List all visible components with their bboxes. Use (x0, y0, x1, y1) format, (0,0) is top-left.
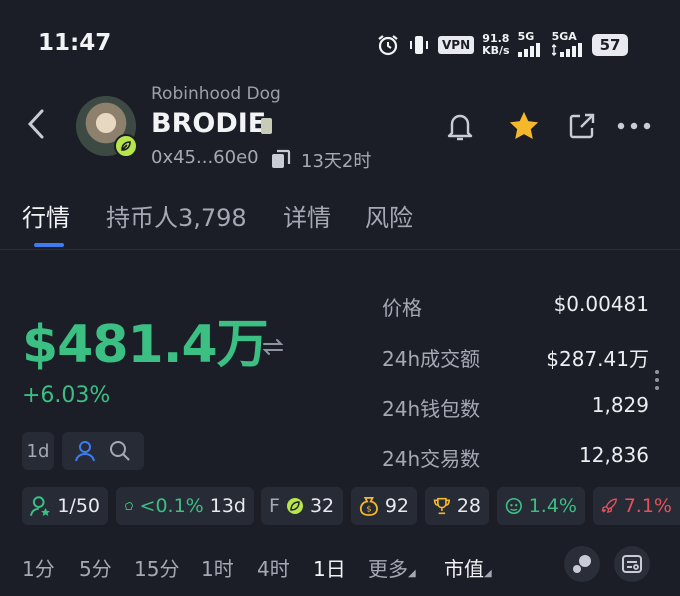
chip-holder-rank[interactable]: 1/50 (22, 487, 108, 525)
chip-money-bag[interactable]: $ 92 (351, 487, 417, 525)
tab-holders[interactable]: 持币人3,798 (106, 198, 247, 233)
chip-top10[interactable]: <0.1% 13d (116, 487, 254, 525)
metric-dropdown-label: 市值 (444, 557, 484, 581)
signal-bars-icon (517, 42, 540, 57)
price-change: +6.03% (22, 383, 111, 408)
more-options-icon[interactable] (616, 108, 652, 144)
signal-bars-icon (551, 42, 582, 57)
tab-details[interactable]: 详情 (283, 198, 331, 233)
rocket-icon (601, 498, 617, 514)
swap-icon[interactable] (262, 337, 284, 363)
chart-settings-button[interactable] (614, 546, 650, 582)
bubbles-icon (573, 555, 591, 573)
tab-risk[interactable]: 风险 (365, 198, 413, 233)
chip-top10-days: 13d (209, 495, 246, 517)
star-icon[interactable] (506, 108, 542, 144)
tab-market[interactable]: 行情 (22, 198, 70, 233)
chevron-left-icon (27, 109, 44, 139)
timeframe-more-label: 更多 (368, 557, 408, 581)
dropdown-triangle-icon: ◢ (484, 568, 492, 579)
timeframe-1m[interactable]: 1分 (22, 553, 55, 582)
copy-icon[interactable] (270, 148, 292, 170)
chip-holder-rank-value: 1/50 (57, 495, 100, 517)
status-icons: VPN 91.8 KB/s 5G 5GA 57 (376, 30, 629, 60)
search-icon[interactable] (109, 440, 131, 462)
vertical-more-icon[interactable] (655, 370, 661, 394)
status-time: 11:47 (38, 30, 112, 56)
market-cap-value: $481.4万 (22, 315, 269, 375)
leaf-badge-icon (114, 134, 138, 158)
token-subname: Robinhood Dog (151, 84, 281, 104)
alarm-icon (378, 35, 398, 56)
network-speed: 91.8 KB/s (482, 32, 510, 57)
stat-label-wallets: 24h钱包数 (382, 397, 481, 421)
stat-value-volume: $287.41万 (546, 347, 649, 371)
chip-rocket[interactable]: 7.1% (593, 487, 680, 525)
vibrate-icon (410, 36, 428, 54)
chip-f-label: F (269, 495, 280, 517)
active-tab-indicator (34, 243, 64, 247)
token-age: 13天2时 (301, 151, 372, 172)
signal-5g: 5G (517, 30, 544, 60)
share-icon[interactable] (564, 108, 600, 144)
trophy-icon (433, 497, 451, 515)
stat-label-price: 价格 (382, 296, 422, 320)
user-star-icon (30, 496, 50, 516)
chip-trophy-value: 28 (456, 495, 481, 517)
user-icon[interactable] (75, 440, 95, 462)
stat-value-wallets: 1,829 (591, 393, 649, 417)
stat-label-volume: 24h成交额 (382, 347, 481, 371)
svg-text:$: $ (366, 503, 371, 513)
chip-f-value: 32 (309, 495, 335, 517)
tab-divider (0, 249, 680, 250)
period-selector[interactable]: 1d (22, 432, 54, 470)
indicator-button[interactable] (564, 546, 600, 582)
chip-sniper[interactable]: 1.4% (497, 487, 585, 525)
chip-money-bag-value: 92 (384, 495, 409, 517)
chef-hat-icon (125, 502, 133, 510)
token-address[interactable]: 0x45...60e0 (151, 147, 259, 168)
back-button[interactable] (26, 108, 46, 146)
token-name: BRODIE (151, 108, 267, 139)
stat-value-price: $0.00481 (553, 292, 649, 316)
chip-rocket-value: 7.1% (623, 495, 672, 517)
timeframe-1d[interactable]: 1日 (313, 553, 346, 582)
timeframe-15m[interactable]: 15分 (134, 553, 179, 582)
face-icon (505, 497, 522, 515)
money-bag-icon: $ (359, 496, 378, 516)
leaf-icon (286, 498, 303, 514)
timeframe-more-dropdown[interactable]: 更多◢ (368, 553, 416, 582)
chip-trophy[interactable]: 28 (425, 487, 489, 525)
stat-value-trades: 12,836 (579, 443, 649, 467)
chip-f-score[interactable]: F 32 (261, 487, 343, 525)
timeframe-4h[interactable]: 4时 (257, 553, 290, 582)
vpn-badge: VPN (438, 36, 475, 54)
timeframe-5m[interactable]: 5分 (79, 553, 112, 582)
settings-sliders-icon (622, 555, 642, 573)
chip-sniper-value: 1.4% (528, 495, 577, 517)
battery-indicator: 57 (591, 34, 629, 56)
bell-icon[interactable] (442, 108, 478, 144)
stat-label-trades: 24h交易数 (382, 447, 481, 471)
signal-5ga: 5GA (551, 30, 584, 60)
timeframe-1h[interactable]: 1时 (201, 553, 234, 582)
chip-top10-value: <0.1% (139, 495, 204, 517)
user-search-toggle[interactable] (62, 432, 144, 470)
metric-dropdown[interactable]: 市值◢ (444, 553, 492, 582)
dropdown-triangle-icon: ◢ (408, 568, 416, 579)
tag-icon (261, 118, 272, 134)
